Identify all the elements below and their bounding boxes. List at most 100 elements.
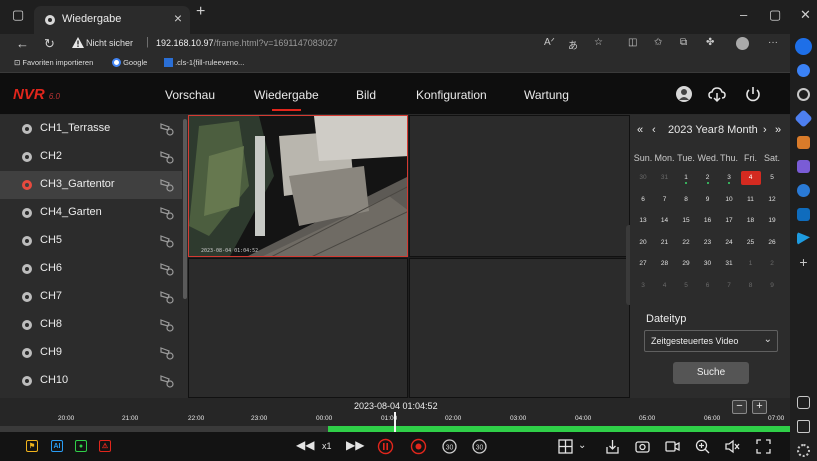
calendar-day-outside[interactable]: 1 [741,257,761,271]
nav-konfiguration[interactable]: Konfiguration [416,88,487,102]
pause-icon[interactable] [377,438,394,455]
extensions-icon[interactable]: ✤ [706,37,714,48]
channel-row[interactable]: CH4_Garten [0,199,182,227]
calendar-day[interactable]: 5 [762,171,782,185]
step-forward-icon[interactable]: 30 [471,438,488,455]
calendar-day[interactable]: 17 [719,214,739,228]
channel-row-selected[interactable]: CH3_Gartentor [0,171,182,199]
layout-grid-icon[interactable] [557,438,574,455]
calendar-day-outside[interactable]: 31 [655,171,675,185]
calendar-day[interactable]: 22 [676,236,696,250]
external-link-icon[interactable] [797,420,810,433]
calendar-day[interactable]: 2 [698,171,718,185]
prev-month-icon[interactable]: ‹ [652,124,656,136]
favorite-star-icon[interactable]: ☆ [594,37,603,48]
outlook-icon[interactable] [797,208,810,221]
new-tab-icon[interactable]: + [196,3,205,21]
send-icon[interactable] [797,232,810,245]
nav-wartung[interactable]: Wartung [524,88,569,102]
notification-icon[interactable] [797,64,810,77]
video-cell-3[interactable] [188,258,408,398]
search-icon[interactable] [797,88,810,101]
calendar-day[interactable]: 9 [698,193,718,207]
calendar-day-outside[interactable]: 6 [698,279,718,293]
calendar-day[interactable]: 27 [633,257,653,271]
power-icon[interactable] [744,85,762,103]
calendar-day[interactable]: 21 [655,236,675,250]
legend-ai-icon[interactable]: AI [51,440,63,452]
channel-row[interactable]: CH6 [0,255,182,283]
cloud-download-icon[interactable] [708,85,726,103]
split-screen-icon[interactable]: ◫ [628,37,637,48]
back-icon[interactable]: ← [16,36,29,51]
camera-icon[interactable] [160,262,174,276]
layout-chevron-down-icon[interactable]: ⌄ [578,440,586,457]
mute-icon[interactable] [724,438,741,455]
camera-icon[interactable] [160,346,174,360]
camera-icon[interactable] [160,234,174,248]
channel-row[interactable]: CH7 [0,283,182,311]
favorites-icon[interactable]: ✩ [654,37,662,48]
translate-icon[interactable]: あ [568,37,578,52]
calendar-day[interactable]: 8 [676,193,696,207]
calendar-day[interactable]: 18 [741,214,761,228]
channel-row[interactable]: CH1_Terrasse [0,115,182,143]
tab-close-icon[interactable]: × [174,10,182,26]
calendar-day[interactable]: 12 [762,193,782,207]
camera-icon[interactable] [160,206,174,220]
snapshot-icon[interactable] [634,438,651,455]
stop-icon[interactable] [410,438,427,455]
reload-icon[interactable]: ↻ [44,36,55,52]
url-field[interactable]: Nicht sicher | 192.168.10.97/frame.html?… [64,35,618,53]
nav-wiedergabe[interactable]: Wiedergabe [254,88,319,111]
prev-year-icon[interactable]: « [637,124,643,136]
calendar-day[interactable]: 28 [655,257,675,271]
channel-row[interactable]: CH8 [0,311,182,339]
channel-row[interactable]: CH5 [0,227,182,255]
calendar-day-outside[interactable]: 5 [676,279,696,293]
legend-motion-icon[interactable]: ● [75,440,87,452]
video-cell-4[interactable] [409,258,630,398]
calendar-day-outside[interactable]: 30 [633,171,653,185]
calendar-day[interactable]: 30 [698,257,718,271]
playback-timeline[interactable]: 2023-08-04 01:04:52 20:00 21:00 22:00 23:00… [0,398,790,432]
calendar-day-outside[interactable]: 9 [762,279,782,293]
next-year-icon[interactable]: » [775,124,781,136]
rewind-icon[interactable]: ◀◀ [296,438,314,455]
calendar-day-outside[interactable]: 3 [633,279,653,293]
camera-icon[interactable] [160,374,174,388]
calendar-day[interactable]: 15 [676,214,696,228]
user-avatar-icon[interactable] [675,85,693,103]
file-type-select[interactable]: Zeitgesteuertes Video ⌄ [644,330,778,352]
camera-icon[interactable] [160,290,174,304]
calendar-day[interactable]: 31 [719,257,739,271]
people-icon[interactable] [797,160,810,173]
calendar-day[interactable]: 1 [676,171,696,185]
fast-forward-icon[interactable]: ▶▶ [346,438,364,455]
record-clip-icon[interactable] [664,438,681,455]
calendar-day-outside[interactable]: 4 [655,279,675,293]
favorite-cls[interactable]: .cls-1{fill-ruleevenо... [164,58,244,67]
calendar-day-outside[interactable]: 2 [762,257,782,271]
nav-vorschau[interactable]: Vorschau [165,88,215,102]
calendar-day[interactable]: 6 [633,193,653,207]
calendar-day[interactable]: 13 [633,214,653,228]
favorite-google[interactable]: Google [112,58,147,67]
add-sidebar-icon[interactable]: + [797,255,810,269]
profile-avatar[interactable] [736,37,749,50]
channel-row[interactable]: CH2 [0,143,182,171]
video-cell-2[interactable] [409,115,630,257]
fullscreen-icon[interactable] [755,438,772,455]
calendar-day[interactable]: 24 [719,236,739,250]
calendar-day[interactable]: 19 [762,214,782,228]
calendar-day[interactable]: 26 [762,236,782,250]
calendar-day[interactable]: 3 [719,171,739,185]
read-aloud-icon[interactable]: Aᐟ [544,37,555,48]
browser-tab[interactable]: Wiedergabe × [34,6,190,34]
camera-icon[interactable] [160,122,174,136]
timeline-playhead[interactable] [394,412,396,432]
tag-icon[interactable] [794,109,813,128]
copilot-icon[interactable] [795,38,812,55]
calendar-day[interactable]: 29 [676,257,696,271]
channel-row[interactable]: CH10 [0,367,182,395]
